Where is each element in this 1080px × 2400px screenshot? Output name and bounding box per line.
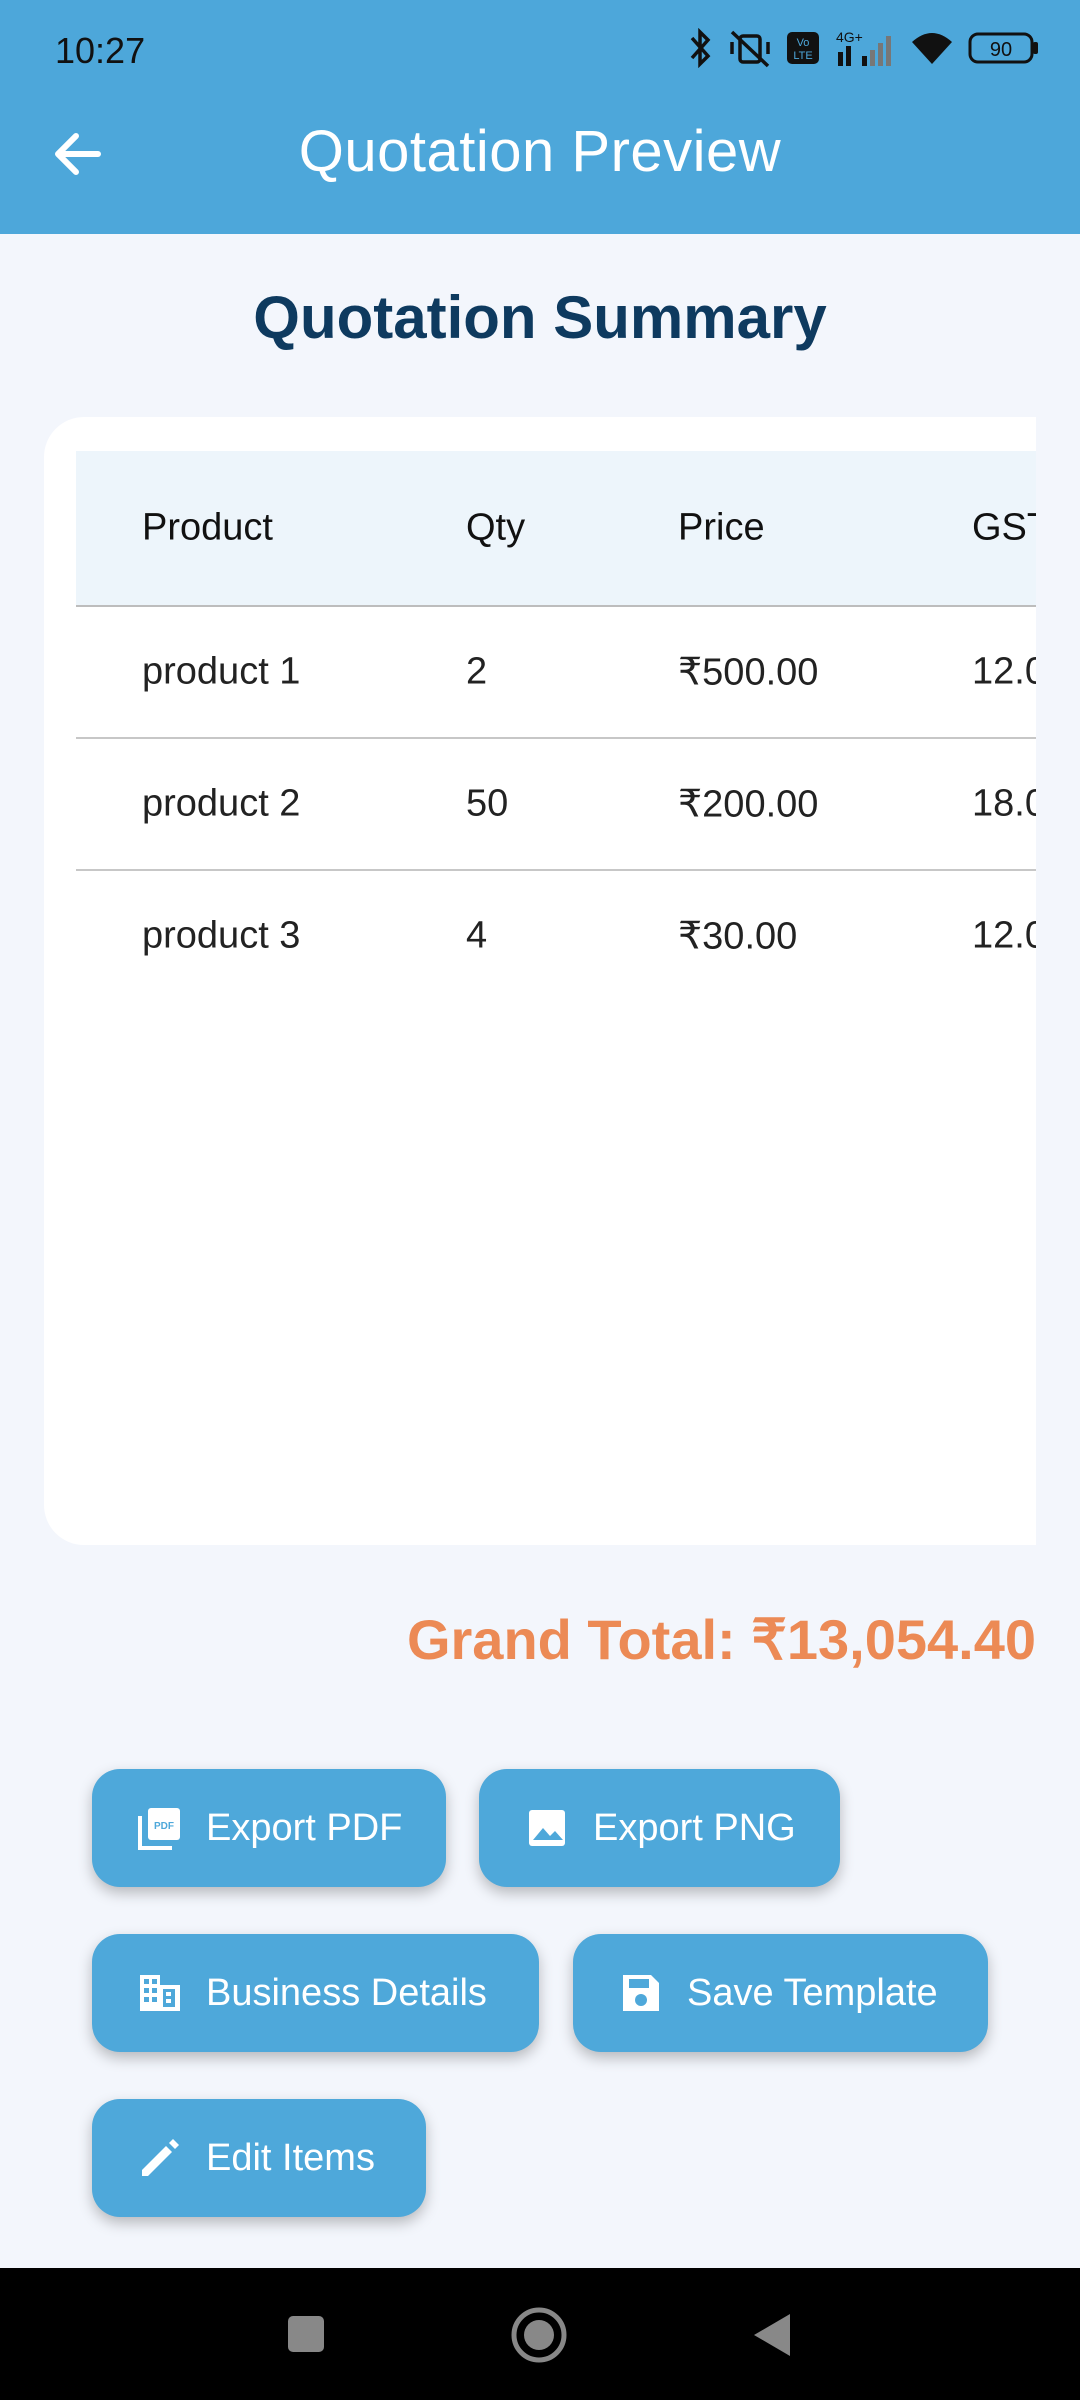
- battery-level: 90: [990, 39, 1012, 61]
- svg-text:PDF: PDF: [154, 1821, 174, 1832]
- pdf-icon: PDF: [136, 1804, 184, 1852]
- cell-qty: 4: [466, 914, 488, 957]
- image-icon: [523, 1804, 571, 1852]
- status-time: 10:27: [55, 30, 146, 71]
- wifi-icon: [910, 30, 954, 66]
- back-triangle-icon[interactable]: [752, 2312, 792, 2358]
- table-row: product 1 2 ₹500.00 12.0: [76, 607, 1036, 739]
- cell-gst: 18.0: [972, 782, 1036, 825]
- table-row: product 2 50 ₹200.00 18.0: [76, 739, 1036, 871]
- cell-product: product 2: [142, 782, 301, 825]
- cell-product: product 1: [142, 650, 301, 693]
- volte-icon: Vo LTE: [786, 30, 820, 66]
- cell-gst: 12.0: [972, 914, 1036, 957]
- recents-square-icon[interactable]: [286, 2314, 326, 2354]
- status-icons: Vo LTE 4G+ 90: [688, 28, 1040, 68]
- cell-product: product 3: [142, 914, 301, 957]
- save-template-label: Save Template: [687, 1971, 938, 2014]
- edit-items-button[interactable]: Edit Items: [92, 2099, 426, 2217]
- bluetooth-icon: [688, 28, 714, 68]
- column-header-qty: Qty: [466, 506, 526, 549]
- column-header-gst: GST: [972, 506, 1036, 549]
- signal-icon: 4G+: [834, 28, 896, 68]
- battery-icon: 90: [968, 30, 1040, 66]
- export-pdf-label: Export PDF: [206, 1806, 403, 1849]
- home-circle-icon[interactable]: [510, 2306, 568, 2364]
- cell-price: ₹200.00: [678, 783, 819, 826]
- export-png-label: Export PNG: [593, 1806, 796, 1849]
- table-header: Product Qty Price GST: [76, 451, 1036, 607]
- business-details-label: Business Details: [206, 1971, 487, 2014]
- app-bar: 10:27 Vo LTE 4G+ 90 Quotation Preview: [0, 0, 1080, 234]
- system-nav-bar: [0, 2268, 1080, 2400]
- summary-title: Quotation Summary: [253, 284, 827, 351]
- business-icon: [136, 1969, 184, 2017]
- cell-qty: 2: [466, 650, 488, 693]
- table-row: product 3 4 ₹30.00 12.0: [76, 871, 1036, 1001]
- cell-qty: 50: [466, 782, 509, 825]
- quotation-table-card[interactable]: Product Qty Price GST product 1 2 ₹500.0…: [44, 417, 1036, 1545]
- page-title: Quotation Preview: [298, 119, 782, 184]
- network-label: 4G+: [836, 29, 863, 45]
- cell-price: ₹500.00: [678, 651, 819, 694]
- grand-total: Grand Total: ₹13,054.40: [406, 1608, 1036, 1671]
- column-header-product: Product: [142, 506, 273, 549]
- mute-vibrate-icon: [728, 28, 772, 68]
- edit-items-label: Edit Items: [206, 2136, 375, 2179]
- svg-text:Vo: Vo: [797, 37, 810, 49]
- quotation-table: Product Qty Price GST product 1 2 ₹500.0…: [76, 451, 1036, 1001]
- svg-text:LTE: LTE: [793, 50, 812, 62]
- cell-price: ₹30.00: [678, 915, 798, 958]
- export-png-button[interactable]: Export PNG: [479, 1769, 840, 1887]
- column-header-price: Price: [678, 506, 765, 549]
- export-pdf-button[interactable]: PDF Export PDF: [92, 1769, 446, 1887]
- edit-icon: [136, 2134, 184, 2182]
- cell-gst: 12.0: [972, 650, 1036, 693]
- business-details-button[interactable]: Business Details: [92, 1934, 539, 2052]
- save-icon: [617, 1969, 665, 2017]
- save-template-button[interactable]: Save Template: [573, 1934, 988, 2052]
